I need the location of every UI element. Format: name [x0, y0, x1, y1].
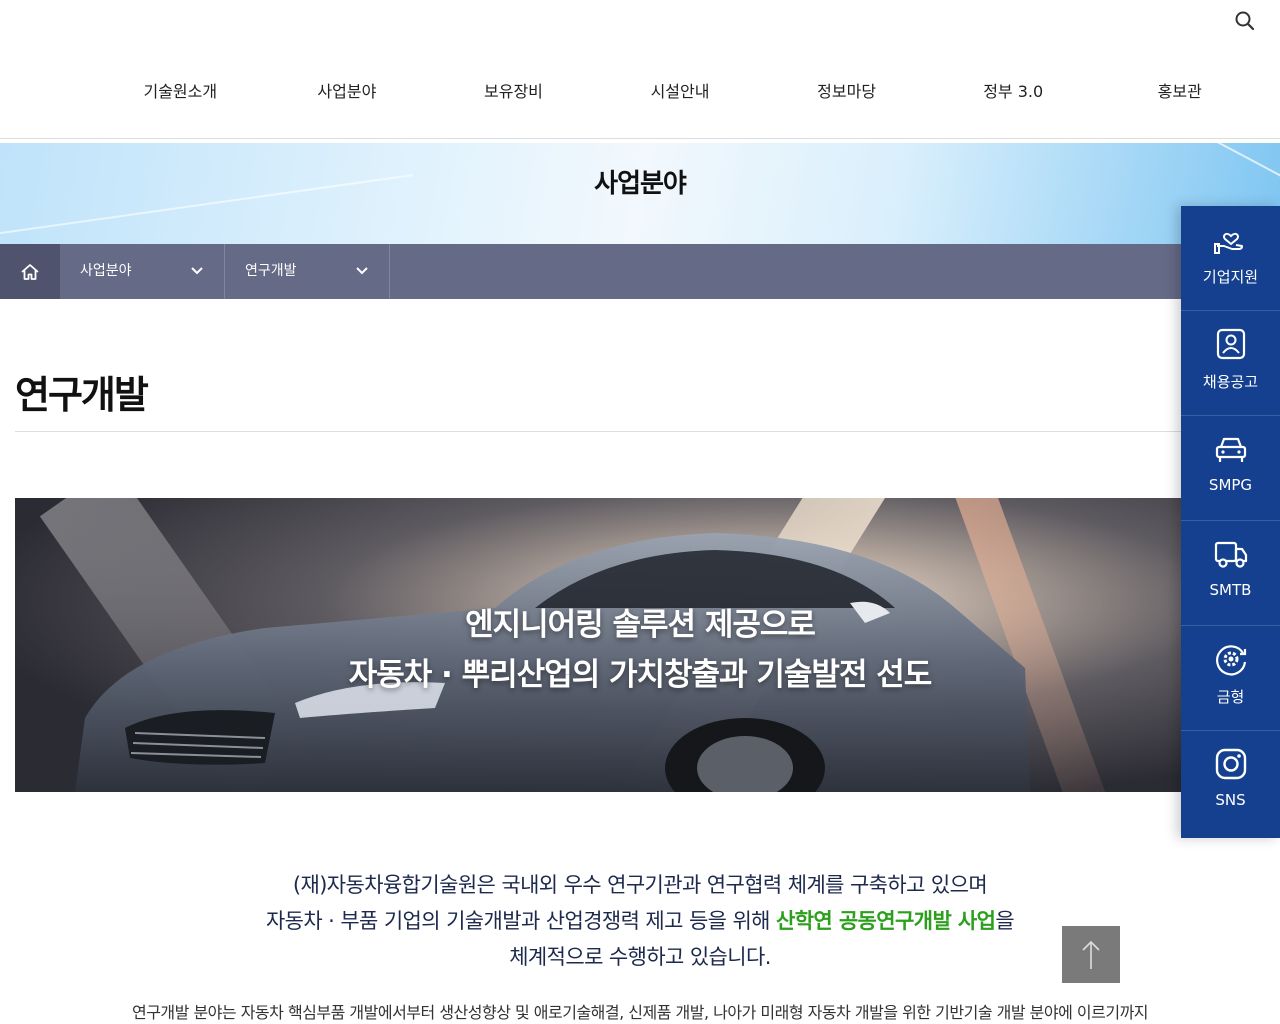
banner-headline-line2: 자동차 · 뿌리산업의 가치창출과 기술발전 선도 — [348, 657, 933, 693]
quick-menu-label: 채용공고 — [1202, 373, 1259, 391]
quick-menu-item-mold[interactable]: 금형 — [1181, 626, 1280, 731]
quick-menu-label: 금형 — [1216, 688, 1245, 706]
quick-menu-item-recruitment[interactable]: 채용공고 — [1181, 311, 1280, 416]
hero-banner: 엔지니어링 솔루션 제공으로 자동차 · 뿌리산업의 가치창출과 기술발전 선도 — [15, 498, 1181, 792]
nav-item-promotion[interactable]: 홍보관 — [1096, 72, 1263, 112]
gear-cycle-icon — [1215, 645, 1246, 676]
location-depth2-label: 연구개발 — [245, 263, 297, 279]
nav-item-business[interactable]: 사업분야 — [264, 72, 431, 112]
location-depth2-dropdown[interactable]: 연구개발 — [225, 244, 390, 299]
quick-menu-item-smtb[interactable]: SMTB — [1181, 521, 1280, 626]
nav-item-facility[interactable]: 시설안내 — [597, 72, 764, 112]
arrow-up-icon — [1082, 940, 1100, 969]
home-icon — [21, 263, 39, 280]
nav-item-information[interactable]: 정보마당 — [763, 72, 930, 112]
description-text: 연구개발 분야는 자동차 핵심부품 개발에서부터 생산성향상 및 애로기술해결,… — [131, 1003, 1149, 1022]
location-bar: 사업분야 연구개발 — [0, 244, 1280, 299]
chevron-down-icon — [356, 267, 368, 275]
header: 기술원소개 사업분야 보유장비 시설안내 정보마당 정부 3.0 홍보관 — [0, 0, 1280, 139]
quick-menu-label: 기업지원 — [1202, 268, 1259, 286]
truck-icon — [1214, 541, 1247, 568]
location-depth1-label: 사업분야 — [80, 263, 132, 279]
quick-menu-item-enterprise-support[interactable]: 기업지원 — [1181, 206, 1280, 311]
page-title: 연구개발 — [15, 373, 149, 417]
sub-visual: 사업분야 — [0, 143, 1280, 244]
nav-item-about[interactable]: 기술원소개 — [97, 72, 264, 112]
quick-menu-item-sns[interactable]: SNS — [1181, 731, 1280, 836]
nav-item-gov3[interactable]: 정부 3.0 — [930, 72, 1097, 112]
location-depth1-dropdown[interactable]: 사업분야 — [60, 244, 225, 299]
sub-visual-title: 사업분야 — [594, 169, 687, 199]
id-badge-icon — [1216, 328, 1245, 360]
banner-headline-line1: 엔지니어링 솔루션 제공으로 — [465, 607, 816, 643]
quick-menu-label: SMPG — [1208, 476, 1253, 494]
intro-highlight: 산학연 공동연구개발 사업 — [775, 909, 996, 933]
intro-line1: (재)자동차융합기술원은 국내외 우수 연구기관과 연구협력 체계를 구축하고 … — [292, 873, 988, 897]
main-navigation: 기술원소개 사업분야 보유장비 시설안내 정보마당 정부 3.0 홍보관 — [97, 72, 1263, 112]
scroll-top-button[interactable] — [1062, 926, 1120, 983]
search-icon — [1235, 11, 1255, 31]
intro-line2-pre: 자동차 · 부품 기업의 기술개발과 산업경쟁력 제고 등을 위해 — [265, 909, 776, 933]
home-button[interactable] — [0, 244, 60, 299]
banner-headline: 엔지니어링 솔루션 제공으로 자동차 · 뿌리산업의 가치창출과 기술발전 선도 — [15, 600, 1181, 700]
chevron-down-icon — [191, 267, 203, 275]
divider — [15, 431, 1181, 432]
car-front-icon — [1215, 437, 1246, 462]
search-button[interactable] — [1232, 8, 1258, 34]
quick-menu: 기업지원 채용공고 SMPG SMTB 금형 SNS — [1181, 206, 1280, 838]
quick-menu-item-smpg[interactable]: SMPG — [1181, 416, 1280, 521]
instagram-icon — [1215, 748, 1246, 780]
quick-menu-label: SNS — [1215, 791, 1246, 809]
quick-menu-label: SMTB — [1209, 581, 1252, 599]
nav-item-equipment[interactable]: 보유장비 — [430, 72, 597, 112]
intro-line2-post: 을 — [995, 909, 1015, 933]
hand-heart-icon — [1213, 232, 1243, 254]
